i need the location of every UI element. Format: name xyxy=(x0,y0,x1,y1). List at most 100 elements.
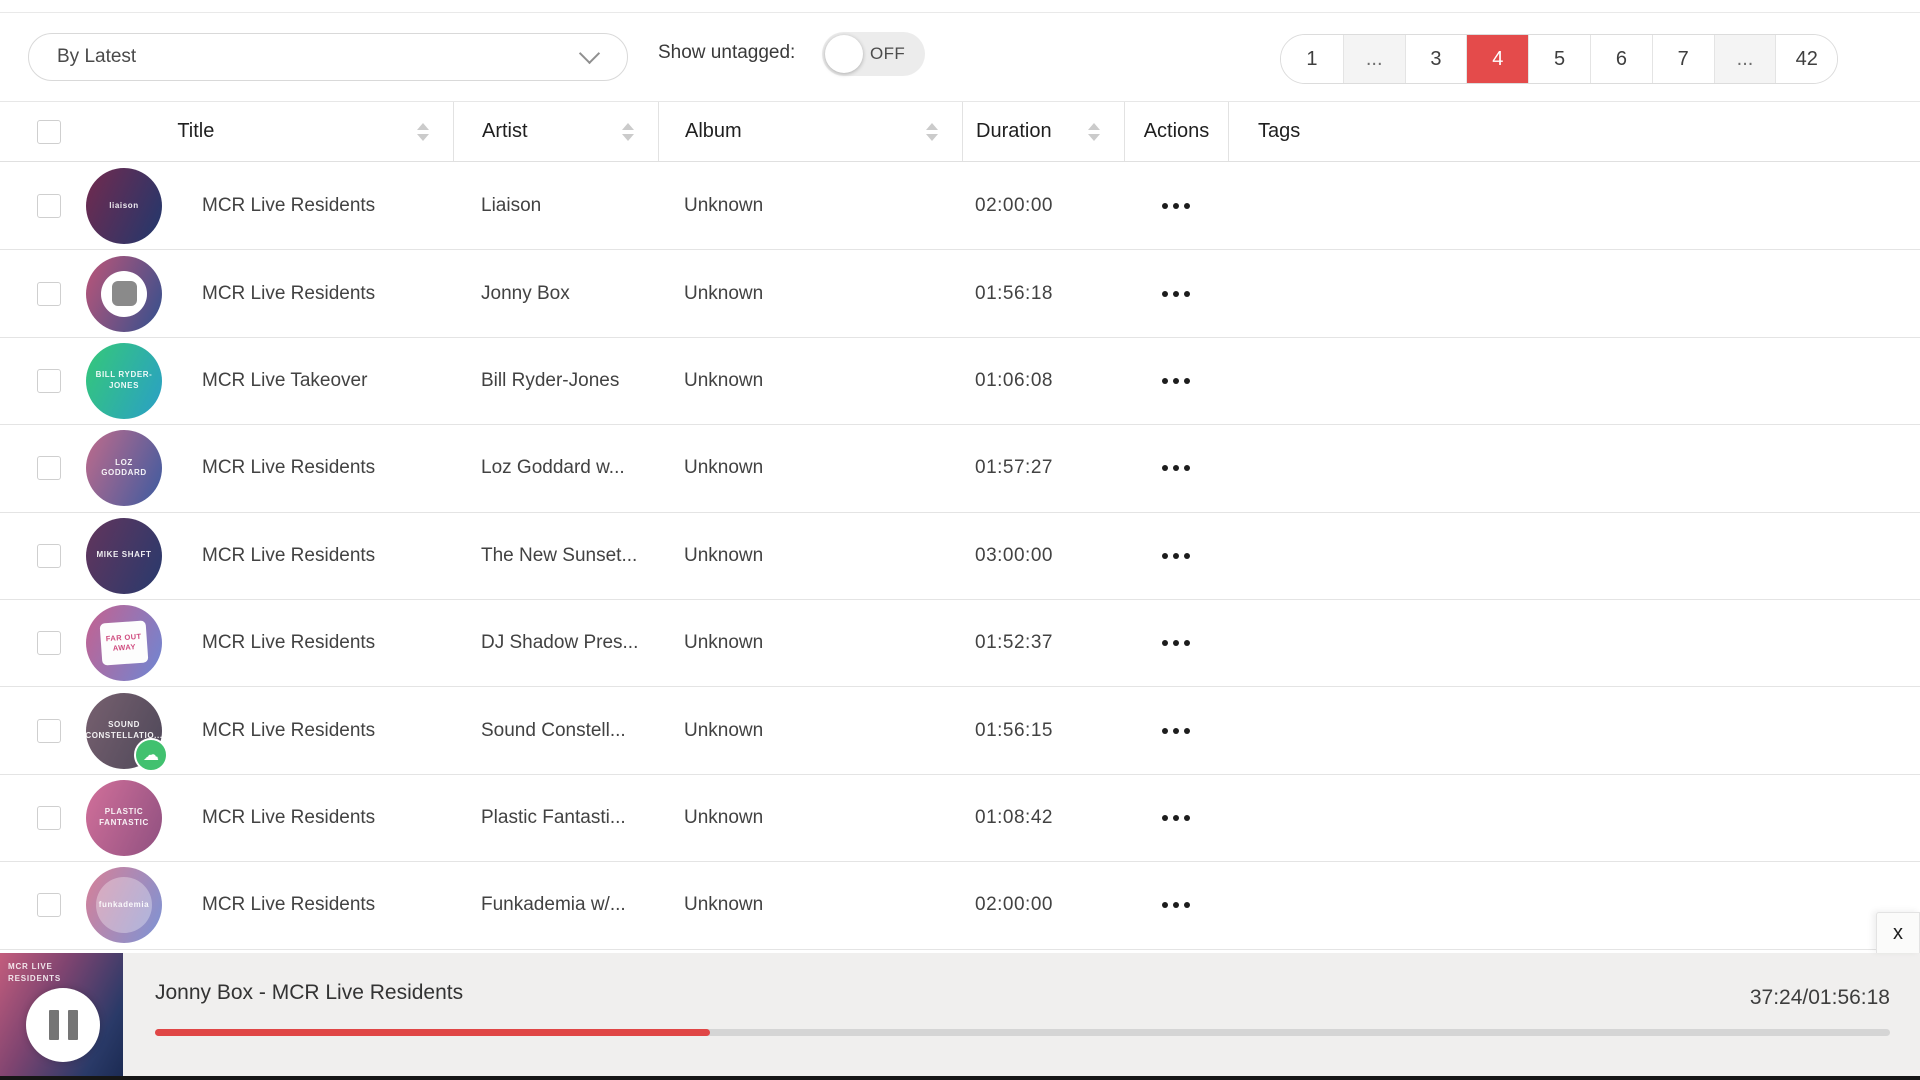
table-row: SOUND CONSTELLATIO... ☁ MCR Live Residen… xyxy=(0,687,1920,775)
row-checkbox[interactable] xyxy=(37,194,61,219)
track-album: Unknown xyxy=(684,719,764,741)
row-checkbox[interactable] xyxy=(37,543,61,568)
album-art-label: BILL RYDER-JONES xyxy=(95,370,153,390)
row-actions-menu[interactable] xyxy=(1162,640,1190,647)
album-art[interactable] xyxy=(86,255,162,332)
album-art[interactable]: LOZ GODDARD xyxy=(86,430,162,507)
progress-fill xyxy=(155,1029,711,1036)
album-art-label: liaison xyxy=(109,200,139,210)
page-button-5[interactable]: 5 xyxy=(1528,35,1590,83)
column-header-tags: Tags xyxy=(1258,120,1301,142)
track-duration: 01:56:15 xyxy=(975,719,1053,741)
album-art[interactable]: liaison xyxy=(86,168,162,245)
column-header-duration[interactable]: Duration xyxy=(963,120,1052,143)
row-actions-menu[interactable] xyxy=(1162,377,1190,384)
row-actions-menu[interactable] xyxy=(1162,814,1190,821)
track-artist: DJ Shadow Pres... xyxy=(481,632,639,654)
sort-title-icon[interactable] xyxy=(416,122,429,141)
album-art[interactable]: BILL RYDER-JONES xyxy=(86,342,162,419)
track-title: MCR Live Residents xyxy=(202,632,376,654)
track-album: Unknown xyxy=(684,457,764,479)
table-row: MIKE SHAFT MCR Live Residents The New Su… xyxy=(0,512,1920,600)
row-checkbox[interactable] xyxy=(37,631,61,656)
track-album: Unknown xyxy=(684,632,764,654)
album-art[interactable]: SOUND CONSTELLATIO... ☁ xyxy=(86,692,168,772)
sort-duration-icon[interactable] xyxy=(1088,122,1100,141)
row-actions-menu[interactable] xyxy=(1162,727,1190,734)
track-title: MCR Live Residents xyxy=(202,282,376,304)
track-list: liaison MCR Live Residents Liaison Unkno… xyxy=(0,163,1920,950)
now-playing-artwork-label: MCR LIVE RESIDENTS xyxy=(8,962,61,983)
sort-album-icon[interactable] xyxy=(926,122,938,141)
track-artist: Sound Constell... xyxy=(481,719,626,741)
row-checkbox[interactable] xyxy=(37,893,61,918)
track-title: MCR Live Residents xyxy=(202,544,376,566)
show-untagged-label: Show untagged: xyxy=(658,42,796,63)
pause-icon xyxy=(48,1010,59,1040)
row-checkbox[interactable] xyxy=(37,718,61,743)
track-duration: 01:52:37 xyxy=(975,632,1053,654)
track-artist: Loz Goddard w... xyxy=(481,457,625,479)
row-tags xyxy=(1228,513,1920,599)
toggle-knob xyxy=(825,35,863,73)
track-album: Unknown xyxy=(684,369,764,391)
track-duration: 01:57:27 xyxy=(975,457,1053,479)
track-album: Unknown xyxy=(684,894,764,916)
track-title: MCR Live Residents xyxy=(202,894,376,916)
track-title: MCR Live Residents xyxy=(202,457,376,479)
row-tags xyxy=(1228,862,1920,948)
track-duration: 02:00:00 xyxy=(975,195,1053,217)
track-artist: The New Sunset... xyxy=(481,544,638,566)
select-all-checkbox[interactable] xyxy=(37,119,61,144)
toggle-state-label: OFF xyxy=(870,44,906,63)
column-header-artist[interactable]: Artist xyxy=(454,120,528,143)
mixcloud-cloud-icon[interactable]: ☁ xyxy=(134,737,168,772)
page-button-42[interactable]: 42 xyxy=(1775,35,1838,83)
column-header-actions: Actions xyxy=(1143,120,1210,142)
row-actions-menu[interactable] xyxy=(1162,465,1190,472)
track-title: MCR Live Residents xyxy=(202,719,376,741)
row-checkbox[interactable] xyxy=(37,805,61,830)
row-tags xyxy=(1228,425,1920,511)
row-tags xyxy=(1228,775,1920,861)
track-duration: 02:00:00 xyxy=(975,894,1053,916)
track-album: Unknown xyxy=(684,282,764,304)
sort-artist-icon[interactable] xyxy=(622,122,634,141)
page-button-4[interactable]: 4 xyxy=(1466,35,1529,83)
top-divider xyxy=(0,12,1920,13)
row-checkbox[interactable] xyxy=(37,281,61,306)
album-art[interactable]: FAR OUT AWAY xyxy=(86,605,162,682)
page-ellipsis[interactable]: ... xyxy=(1342,35,1405,83)
album-art[interactable]: PLASTIC FANTASTIC xyxy=(86,779,162,856)
row-tags xyxy=(1228,338,1920,424)
playback-time: 37:24/01:56:18 xyxy=(1749,986,1890,1009)
row-checkbox[interactable] xyxy=(37,456,61,481)
page-button-6[interactable]: 6 xyxy=(1589,35,1652,83)
album-art[interactable]: MIKE SHAFT xyxy=(86,517,162,594)
track-artist: Funkademia w/... xyxy=(481,894,626,916)
column-header-title[interactable]: Title xyxy=(177,120,214,143)
page-button-1[interactable]: 1 xyxy=(1281,35,1343,83)
pause-button[interactable] xyxy=(26,988,100,1062)
page-button-7[interactable]: 7 xyxy=(1651,35,1714,83)
table-row: funkademia MCR Live Residents Funkademia… xyxy=(0,862,1920,950)
row-actions-menu[interactable] xyxy=(1162,203,1190,210)
sort-dropdown[interactable]: By Latest xyxy=(28,33,628,81)
page-ellipsis[interactable]: ... xyxy=(1713,35,1776,83)
progress-bar[interactable] xyxy=(155,1029,1890,1036)
column-header-album[interactable]: Album xyxy=(659,120,742,143)
table-row: liaison MCR Live Residents Liaison Unkno… xyxy=(0,163,1920,251)
sort-dropdown-value: By Latest xyxy=(57,46,137,67)
row-tags xyxy=(1228,250,1920,336)
row-checkbox[interactable] xyxy=(37,368,61,393)
album-art-label: MIKE SHAFT xyxy=(96,550,152,560)
untagged-toggle[interactable]: OFF xyxy=(822,32,925,76)
row-actions-menu[interactable] xyxy=(1162,290,1190,297)
page-button-3[interactable]: 3 xyxy=(1404,35,1467,83)
album-art[interactable]: funkademia xyxy=(86,867,162,944)
track-duration: 01:56:18 xyxy=(975,282,1053,304)
stop-icon[interactable] xyxy=(101,270,147,317)
row-actions-menu[interactable] xyxy=(1162,902,1190,909)
player-close-button[interactable]: x xyxy=(1876,912,1920,953)
row-actions-menu[interactable] xyxy=(1162,552,1190,559)
